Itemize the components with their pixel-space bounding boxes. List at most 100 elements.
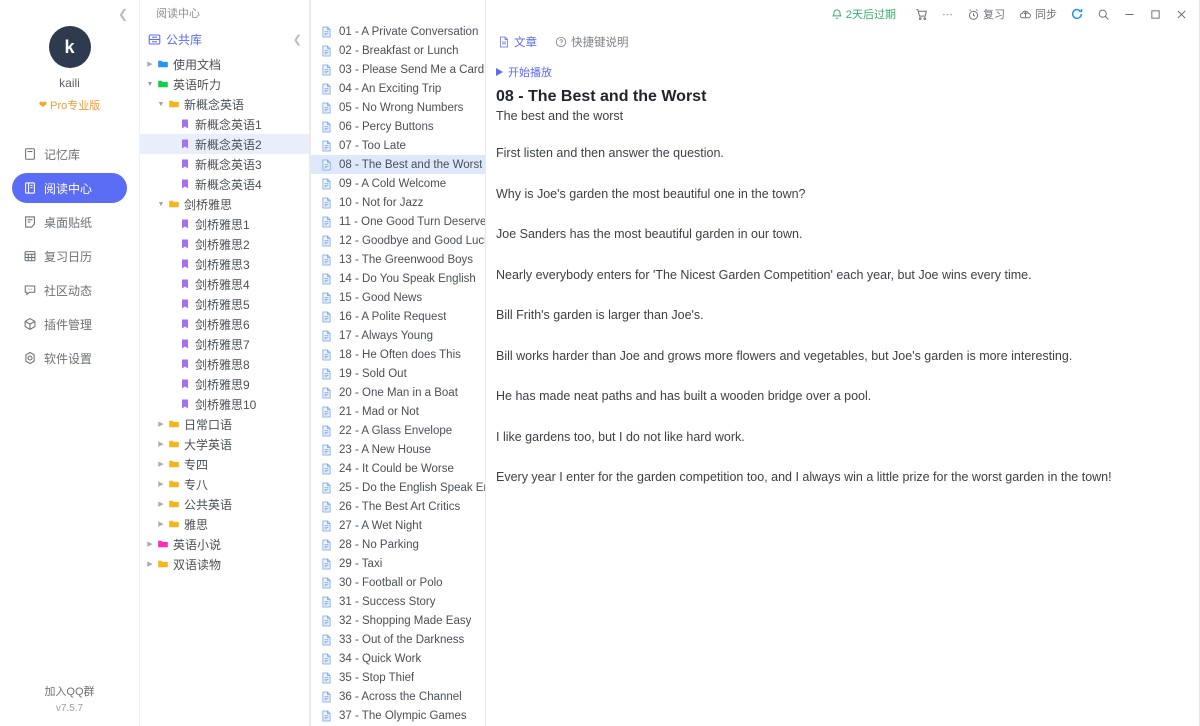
- list-item[interactable]: 06 - Percy Buttons: [311, 117, 485, 136]
- sidebar-item-6[interactable]: 插件管理: [12, 309, 127, 339]
- tree-item[interactable]: 新概念英语4: [140, 174, 310, 194]
- list-item[interactable]: 04 - An Exciting Trip: [311, 79, 485, 98]
- list-item[interactable]: 18 - He Often does This: [311, 345, 485, 364]
- list-item[interactable]: 25 - Do the English Speak English: [311, 478, 485, 497]
- chevron-right-icon[interactable]: ▶: [144, 561, 156, 568]
- list-item[interactable]: 27 - A Wet Night: [311, 516, 485, 535]
- shopping-cart-icon[interactable]: [908, 3, 934, 25]
- list-item[interactable]: 31 - Success Story: [311, 592, 485, 611]
- chevron-right-icon[interactable]: ▶: [155, 441, 167, 448]
- list-item[interactable]: 28 - No Parking: [311, 535, 485, 554]
- tree-item[interactable]: 剑桥雅思7: [140, 334, 310, 354]
- minimize-icon[interactable]: [1116, 3, 1142, 25]
- tree-item[interactable]: ▶ 公共英语: [140, 494, 310, 514]
- tab-1[interactable]: 文章: [498, 34, 537, 50]
- list-item[interactable]: 17 - Always Young: [311, 326, 485, 345]
- start-playback-button[interactable]: 开始播放: [496, 64, 1178, 80]
- list-item[interactable]: 01 - A Private Conversation: [311, 22, 485, 41]
- tree-item[interactable]: ▶ 双语读物: [140, 554, 310, 574]
- library-collapse-icon[interactable]: ❮: [293, 33, 302, 46]
- tree-item[interactable]: 剑桥雅思6: [140, 314, 310, 334]
- list-item[interactable]: 35 - Stop Thief: [311, 668, 485, 687]
- tree-item[interactable]: ▶ 专八: [140, 474, 310, 494]
- list-item[interactable]: 19 - Sold Out: [311, 364, 485, 383]
- panel-tab-reading-center[interactable]: 阅读中心: [140, 0, 310, 26]
- tree-item[interactable]: 剑桥雅思5: [140, 294, 310, 314]
- library-header[interactable]: 公共库 ❮: [140, 26, 310, 52]
- sync-button[interactable]: 同步: [1012, 3, 1064, 25]
- tree-item[interactable]: ▶ 日常口语: [140, 414, 310, 434]
- list-item[interactable]: 34 - Quick Work: [311, 649, 485, 668]
- list-item[interactable]: 13 - The Greenwood Boys: [311, 250, 485, 269]
- sidebar-item-7[interactable]: 软件设置: [12, 343, 127, 373]
- tree-item[interactable]: 剑桥雅思9: [140, 374, 310, 394]
- tree-item[interactable]: 剑桥雅思2: [140, 234, 310, 254]
- close-icon[interactable]: [1168, 3, 1194, 25]
- tree-item[interactable]: 新概念英语3: [140, 154, 310, 174]
- tree-item[interactable]: ▼ 剑桥雅思: [140, 194, 310, 214]
- list-item[interactable]: 37 - The Olympic Games: [311, 706, 485, 725]
- list-item[interactable]: 24 - It Could be Worse: [311, 459, 485, 478]
- list-item[interactable]: 08 - The Best and the Worst: [311, 155, 485, 174]
- tree-item[interactable]: ▶ 使用文档: [140, 54, 310, 74]
- tree-item[interactable]: ▶ 专四: [140, 454, 310, 474]
- sidebar-item-2[interactable]: 阅读中心: [12, 173, 127, 203]
- pro-badge[interactable]: ❤ Pro专业版: [0, 97, 139, 113]
- chevron-right-icon[interactable]: ▶: [155, 521, 167, 528]
- list-item[interactable]: 07 - Too Late: [311, 136, 485, 155]
- list-item[interactable]: 26 - The Best Art Critics: [311, 497, 485, 516]
- chevron-right-icon[interactable]: ▶: [155, 481, 167, 488]
- more-horizontal-icon[interactable]: [934, 3, 960, 25]
- sidebar-item-3[interactable]: 桌面贴纸: [12, 207, 127, 237]
- list-item[interactable]: 16 - A Polite Request: [311, 307, 485, 326]
- chevron-down-icon[interactable]: ▼: [155, 101, 167, 108]
- list-item[interactable]: 21 - Mad or Not: [311, 402, 485, 421]
- list-item[interactable]: 11 - One Good Turn Deserves Another: [311, 212, 485, 231]
- list-item[interactable]: 09 - A Cold Welcome: [311, 174, 485, 193]
- list-item[interactable]: 32 - Shopping Made Easy: [311, 611, 485, 630]
- list-item[interactable]: 33 - Out of the Darkness: [311, 630, 485, 649]
- chevron-right-icon[interactable]: ▶: [155, 501, 167, 508]
- tree-item[interactable]: 新概念英语1: [140, 114, 310, 134]
- refresh-circle-icon[interactable]: [1064, 3, 1090, 25]
- list-item[interactable]: 03 - Please Send Me a Card: [311, 60, 485, 79]
- tree-item[interactable]: ▶ 大学英语: [140, 434, 310, 454]
- list-item[interactable]: 29 - Taxi: [311, 554, 485, 573]
- tree-item[interactable]: ▼ 新概念英语: [140, 94, 310, 114]
- list-item[interactable]: 10 - Not for Jazz: [311, 193, 485, 212]
- review-button[interactable]: 复习: [960, 3, 1012, 25]
- tree-item[interactable]: ▶ 雅思: [140, 514, 310, 534]
- chevron-down-icon[interactable]: ▼: [144, 81, 156, 88]
- chevron-down-icon[interactable]: ▼: [155, 201, 167, 208]
- join-qq-group-link[interactable]: 加入QQ群: [0, 683, 139, 699]
- chevron-right-icon[interactable]: ▶: [144, 541, 156, 548]
- sidebar-item-5[interactable]: 社区动态: [12, 275, 127, 305]
- list-item[interactable]: 14 - Do You Speak English: [311, 269, 485, 288]
- rail-collapse-icon[interactable]: ❮: [115, 6, 131, 22]
- list-item[interactable]: 22 - A Glass Envelope: [311, 421, 485, 440]
- list-item[interactable]: 23 - A New House: [311, 440, 485, 459]
- tree-item[interactable]: 剑桥雅思8: [140, 354, 310, 374]
- list-item[interactable]: 02 - Breakfast or Lunch: [311, 41, 485, 60]
- tree-item[interactable]: 剑桥雅思4: [140, 274, 310, 294]
- tab-2[interactable]: 快捷键说明: [555, 34, 629, 50]
- search-icon[interactable]: [1090, 3, 1116, 25]
- list-item[interactable]: 05 - No Wrong Numbers: [311, 98, 485, 117]
- list-item[interactable]: 36 - Across the Channel: [311, 687, 485, 706]
- chevron-right-icon[interactable]: ▶: [144, 61, 156, 68]
- list-item[interactable]: 15 - Good News: [311, 288, 485, 307]
- expiry-notice[interactable]: 2天后过期: [831, 6, 896, 22]
- maximize-icon[interactable]: [1142, 3, 1168, 25]
- sidebar-item-4[interactable]: 复习日历: [12, 241, 127, 271]
- tree-item[interactable]: 剑桥雅思10: [140, 394, 310, 414]
- sidebar-item-1[interactable]: 记忆库: [12, 139, 127, 169]
- chevron-right-icon[interactable]: ▶: [155, 461, 167, 468]
- chevron-right-icon[interactable]: ▶: [155, 421, 167, 428]
- tree-item[interactable]: 新概念英语2: [140, 134, 310, 154]
- tree-item[interactable]: 剑桥雅思1: [140, 214, 310, 234]
- tree-item[interactable]: 剑桥雅思3: [140, 254, 310, 274]
- list-item[interactable]: 20 - One Man in a Boat: [311, 383, 485, 402]
- avatar[interactable]: k: [48, 26, 91, 68]
- tree-item[interactable]: ▼ 英语听力: [140, 74, 310, 94]
- tree-item[interactable]: ▶ 英语小说: [140, 534, 310, 554]
